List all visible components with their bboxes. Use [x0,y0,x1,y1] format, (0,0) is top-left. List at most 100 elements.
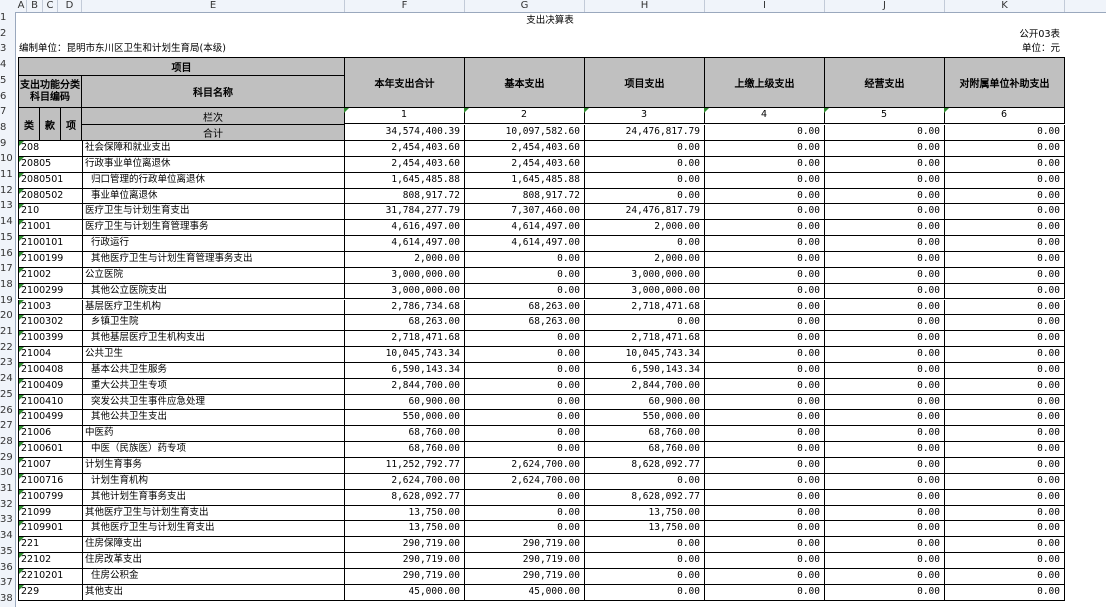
amount-cell[interactable]: 31,784,277.79 [344,204,465,221]
subject-code[interactable]: 2100499 [18,410,82,427]
amount-cell[interactable]: 0.00 [944,410,1065,427]
amount-cell[interactable]: 0.00 [824,362,945,379]
amount-cell[interactable]: 0.00 [944,505,1065,522]
amount-cell[interactable]: 60,900.00 [584,394,705,411]
amount-cell[interactable]: 0.00 [824,283,945,300]
amount-cell[interactable]: 13,750.00 [584,505,705,522]
row-number-34[interactable]: 34 [0,530,15,542]
row-number-27[interactable]: 27 [0,420,15,432]
amount-cell[interactable]: 0.00 [824,442,945,458]
column-letter-b[interactable]: B [27,0,43,12]
amount-cell[interactable]: 0.00 [704,331,825,348]
amount-cell[interactable]: 0.00 [944,347,1065,363]
amount-cell[interactable]: 13,750.00 [584,521,705,538]
amount-cell[interactable]: 0.00 [944,267,1065,284]
amount-cell[interactable]: 0.00 [824,584,945,601]
amount-cell[interactable]: 2,454,403.60 [464,141,585,157]
subject-code[interactable]: 2210201 [18,568,82,585]
row-number-36[interactable]: 36 [0,562,15,574]
subject-name[interactable]: 突发公共卫生事件应急处理 [82,394,345,411]
amount-cell[interactable]: 0.00 [464,426,585,443]
amount-cell[interactable]: 0.00 [704,141,825,157]
amount-cell[interactable]: 0.00 [704,299,825,316]
subject-name[interactable]: 社会保障和就业支出 [82,141,345,157]
amount-cell[interactable]: 0.00 [944,251,1065,268]
row-number-14[interactable]: 14 [0,216,15,228]
column-letter-e[interactable]: E [82,0,345,12]
row-number-10[interactable]: 10 [0,153,15,165]
amount-cell[interactable]: 0.00 [704,473,825,490]
amount-cell[interactable]: 0.00 [944,489,1065,506]
subject-name[interactable]: 公共卫生 [82,347,345,363]
amount-cell[interactable]: 0.00 [944,299,1065,316]
amount-cell[interactable]: 0.00 [824,299,945,316]
amount-cell[interactable]: 2,454,403.60 [344,156,465,173]
subject-name[interactable]: 其他计划生育事务支出 [82,489,345,506]
amount-cell[interactable]: 0.00 [584,172,705,189]
subject-code[interactable]: 208 [18,141,82,157]
amount-cell[interactable]: 0.00 [584,553,705,569]
amount-cell[interactable]: 0.00 [584,188,705,205]
amount-cell[interactable]: 2,000.00 [344,251,465,268]
column-letter-k[interactable]: K [945,0,1065,12]
row-number-5[interactable]: 5 [0,75,15,87]
column-letter-i[interactable]: I [705,0,825,12]
subject-name[interactable]: 住房保障支出 [82,537,345,554]
subject-name[interactable]: 公立医院 [82,267,345,284]
amount-cell[interactable]: 0.00 [584,473,705,490]
amount-cell[interactable]: 2,844,700.00 [584,378,705,395]
row-number-4[interactable]: 4 [0,59,15,71]
row-number-7[interactable]: 7 [0,106,15,118]
amount-cell[interactable]: 6,590,143.34 [584,362,705,379]
amount-cell[interactable]: 0.00 [944,568,1065,585]
row-number-23[interactable]: 23 [0,357,15,369]
subject-name[interactable]: 行政运行 [82,236,345,252]
amount-cell[interactable]: 0.00 [824,188,945,205]
amount-cell[interactable]: 45,000.00 [464,584,585,601]
subject-name[interactable]: 基本公共卫生服务 [82,362,345,379]
amount-cell[interactable]: 0.00 [944,394,1065,411]
row-number-31[interactable]: 31 [0,483,15,495]
amount-cell[interactable]: 0.00 [944,362,1065,379]
amount-cell[interactable]: 10,045,743.34 [584,347,705,363]
amount-cell[interactable]: 8,628,092.77 [584,489,705,506]
amount-cell[interactable]: 2,624,700.00 [464,473,585,490]
subject-name[interactable]: 其他医疗卫生与计划生育支出 [82,521,345,538]
subject-name[interactable]: 其他基层医疗卫生机构支出 [82,331,345,348]
column-letter-h[interactable]: H [585,0,705,12]
subject-name[interactable]: 基层医疗卫生机构 [82,299,345,316]
subject-name[interactable]: 其他医疗卫生与计划生育支出 [82,505,345,522]
row-number-17[interactable]: 17 [0,263,15,275]
amount-cell[interactable]: 3,000,000.00 [344,283,465,300]
subject-name[interactable]: 行政事业单位离退休 [82,156,345,173]
subject-code[interactable]: 21099 [18,505,82,522]
subject-code[interactable]: 2100410 [18,394,82,411]
amount-cell[interactable]: 68,263.00 [344,315,465,332]
amount-cell[interactable]: 0.00 [824,141,945,157]
amount-cell[interactable]: 0.00 [704,426,825,443]
amount-cell[interactable]: 0.00 [464,442,585,458]
amount-cell[interactable]: 0.00 [944,442,1065,458]
amount-cell[interactable]: 0.00 [464,267,585,284]
amount-cell[interactable]: 0.00 [464,394,585,411]
subject-name[interactable]: 其他公共卫生支出 [82,410,345,427]
subject-name[interactable]: 其他公立医院支出 [82,283,345,300]
row-number-25[interactable]: 25 [0,389,15,401]
subject-code[interactable]: 2100302 [18,315,82,332]
row-number-1[interactable]: 1 [0,12,15,24]
row-number-38[interactable]: 38 [0,593,15,605]
row-number-15[interactable]: 15 [0,232,15,244]
amount-cell[interactable]: 0.00 [464,489,585,506]
amount-cell[interactable]: 0.00 [704,220,825,237]
amount-cell[interactable]: 0.00 [464,410,585,427]
amount-cell[interactable]: 0.00 [464,251,585,268]
amount-cell[interactable]: 3,000,000.00 [584,283,705,300]
amount-cell[interactable]: 4,614,497.00 [464,236,585,252]
subject-code[interactable]: 2100199 [18,251,82,268]
amount-cell[interactable]: 0.00 [944,283,1065,300]
amount-cell[interactable]: 0.00 [704,505,825,522]
amount-cell[interactable]: 0.00 [704,362,825,379]
row-number-11[interactable]: 11 [0,169,15,181]
amount-cell[interactable]: 0.00 [944,331,1065,348]
amount-cell[interactable]: 0.00 [824,172,945,189]
